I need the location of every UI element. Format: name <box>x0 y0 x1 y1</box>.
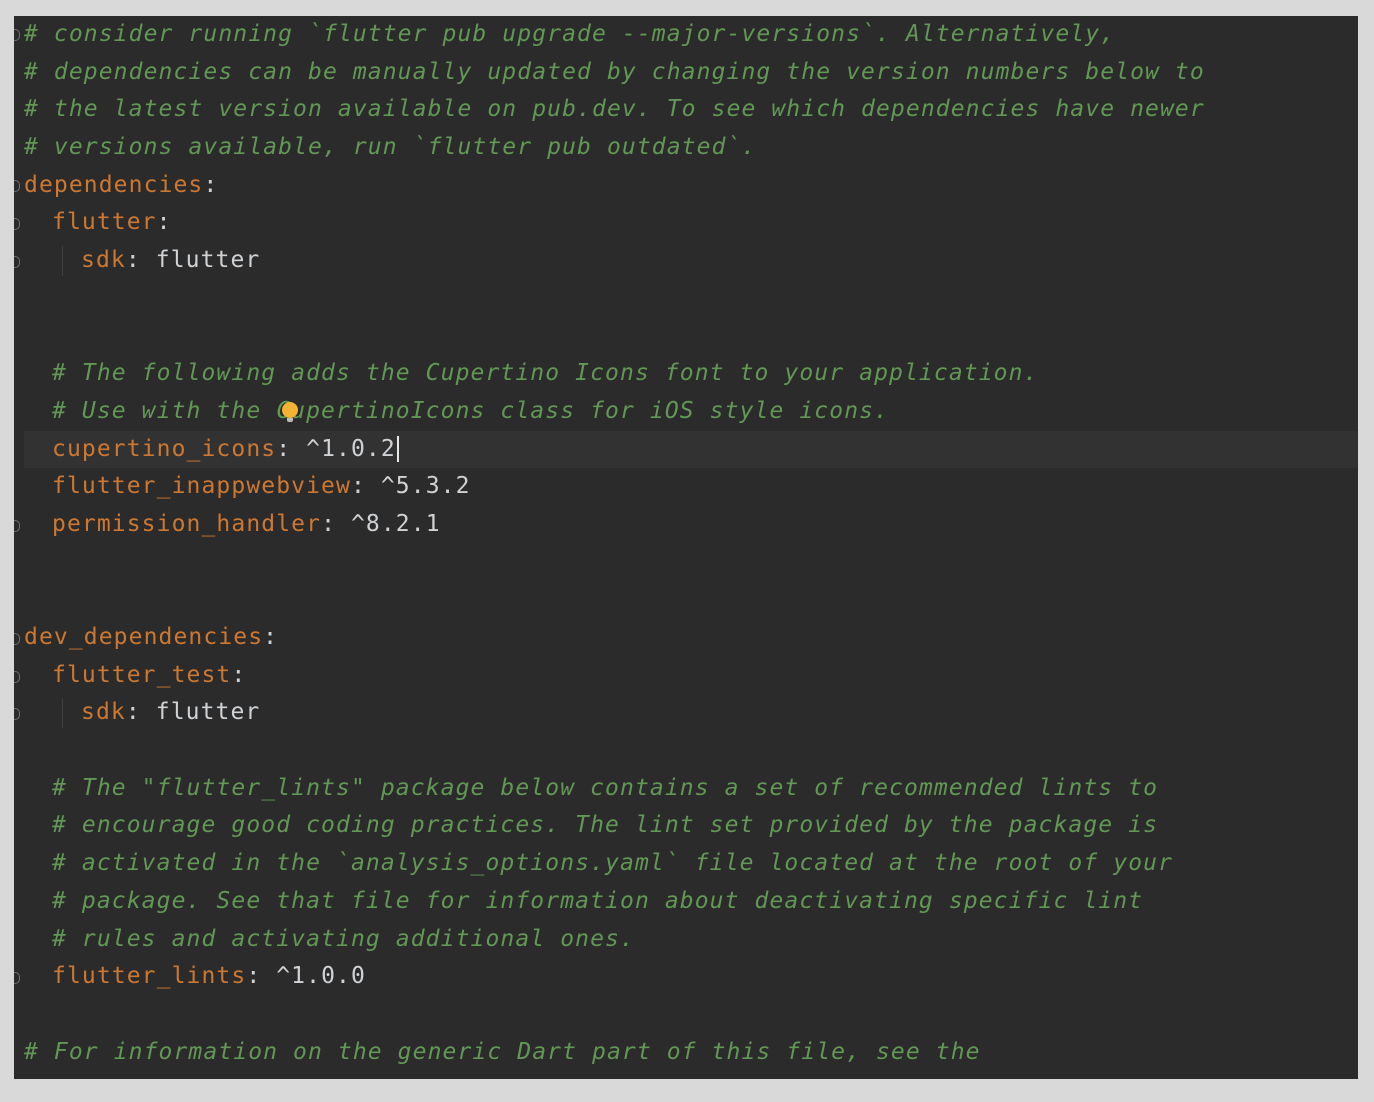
colon: : <box>263 624 279 650</box>
blank-line[interactable] <box>24 996 1358 1034</box>
code-line[interactable]: # the latest version available on pub.de… <box>24 91 1358 129</box>
comment-text: # For information on the generic Dart pa… <box>24 1038 981 1065</box>
comment-text: # the latest version available on pub.de… <box>24 96 1205 123</box>
colon: : <box>321 510 351 537</box>
code-lines[interactable]: # consider running `flutter pub upgrade … <box>24 16 1358 1071</box>
yaml-value: ^1.0.2 <box>306 435 396 462</box>
blank-line[interactable] <box>24 544 1358 582</box>
fold-marker-icon[interactable] <box>14 256 20 268</box>
code-line[interactable]: # dependencies can be manually updated b… <box>24 54 1358 92</box>
code-line[interactable]: flutter: <box>24 204 1358 242</box>
code-line[interactable]: flutter_lints: ^1.0.0 <box>24 958 1358 996</box>
code-line[interactable]: # versions available, run `flutter pub o… <box>24 129 1358 167</box>
fold-marker-icon[interactable] <box>14 180 20 192</box>
colon: : <box>203 171 219 198</box>
yaml-key: flutter_lints <box>52 963 247 990</box>
code-line[interactable]: # encourage good coding practices. The l… <box>24 807 1358 845</box>
code-line[interactable]: permission_handler: ^8.2.1 <box>24 506 1358 544</box>
colon: : <box>231 661 247 688</box>
yaml-key: permission_handler <box>52 510 322 537</box>
code-line[interactable]: # For information on the generic Dart pa… <box>24 1034 1358 1072</box>
indent-guide <box>62 246 63 277</box>
fold-marker-icon[interactable] <box>14 633 20 645</box>
yaml-value: ^8.2.1 <box>350 510 441 537</box>
code-line[interactable]: sdk: flutter <box>24 242 1358 280</box>
yaml-value: ^1.0.0 <box>276 963 366 990</box>
fold-marker-icon[interactable] <box>14 218 20 230</box>
colon: : <box>125 247 156 274</box>
fold-marker-icon[interactable] <box>14 972 20 984</box>
comment-text: # consider running `flutter pub upgrade … <box>24 21 1116 47</box>
text-caret <box>396 436 399 463</box>
comment-text: # versions available, run `flutter pub o… <box>24 134 757 161</box>
fold-marker-icon[interactable] <box>14 671 20 683</box>
lightbulb-icon[interactable] <box>282 401 298 422</box>
code-line[interactable]: flutter_inappwebview: ^5.3.2 <box>24 468 1358 506</box>
colon: : <box>125 699 156 726</box>
colon: : <box>350 473 381 500</box>
code-line[interactable]: # package. See that file for information… <box>24 883 1358 921</box>
comment-text: # dependencies can be manually updated b… <box>24 58 1205 85</box>
code-line[interactable]: # consider running `flutter pub upgrade … <box>24 16 1358 54</box>
yaml-key: flutter_inappwebview <box>52 473 351 500</box>
comment-text: # The "flutter_lints" package below cont… <box>52 774 1159 801</box>
blank-line[interactable] <box>24 732 1358 770</box>
colon: : <box>156 209 172 236</box>
code-editor[interactable]: # consider running `flutter pub upgrade … <box>14 16 1358 1079</box>
code-line[interactable]: # activated in the `analysis_options.yam… <box>24 845 1358 883</box>
yaml-key: sdk <box>81 699 126 726</box>
code-line[interactable]: # Use with the CupertinoIcons class for … <box>24 393 1358 431</box>
code-line[interactable]: # The "flutter_lints" package below cont… <box>24 770 1358 808</box>
comment-text: # The following adds the Cupertino Icons… <box>52 360 1039 387</box>
comment-text: # rules and activating additional ones. <box>52 925 635 952</box>
yaml-value: ^5.3.2 <box>380 473 471 500</box>
comment-text: # encourage good coding practices. The l… <box>52 812 1159 839</box>
code-line[interactable]: sdk: flutter <box>24 694 1358 732</box>
yaml-key: sdk <box>81 247 126 274</box>
colon: : <box>246 963 277 990</box>
current-code-line[interactable]: cupertino_icons: ^1.0.2 <box>24 430 1358 469</box>
blank-line[interactable] <box>24 318 1358 356</box>
code-line[interactable]: flutter_test: <box>24 657 1358 695</box>
fold-marker-icon[interactable] <box>14 708 20 720</box>
code-line[interactable]: dependencies: <box>24 167 1358 205</box>
yaml-key: flutter_test <box>52 661 232 688</box>
yaml-value: flutter <box>155 247 261 274</box>
comment-text: # Use with the CupertinoIcons class for … <box>52 397 890 424</box>
blank-line[interactable] <box>24 581 1358 619</box>
code-line[interactable]: # The following adds the Cupertino Icons… <box>24 355 1358 393</box>
fold-marker-icon[interactable] <box>14 29 20 41</box>
code-line[interactable]: # rules and activating additional ones. <box>24 921 1358 959</box>
yaml-key: dependencies <box>24 171 204 198</box>
editor-gutter <box>14 16 24 1079</box>
code-line[interactable]: dev_dependencies: <box>24 619 1358 657</box>
yaml-key: dev_dependencies <box>24 624 264 650</box>
colon: : <box>276 435 307 462</box>
yaml-key: flutter <box>52 209 157 236</box>
yaml-value: flutter <box>155 699 261 726</box>
blank-line[interactable] <box>24 280 1358 318</box>
yaml-key: cupertino_icons <box>52 435 277 462</box>
comment-text: # activated in the `analysis_options.yam… <box>52 850 1174 877</box>
comment-text: # package. See that file for information… <box>52 887 1144 914</box>
indent-guide <box>62 698 63 729</box>
fold-marker-icon[interactable] <box>14 520 20 532</box>
